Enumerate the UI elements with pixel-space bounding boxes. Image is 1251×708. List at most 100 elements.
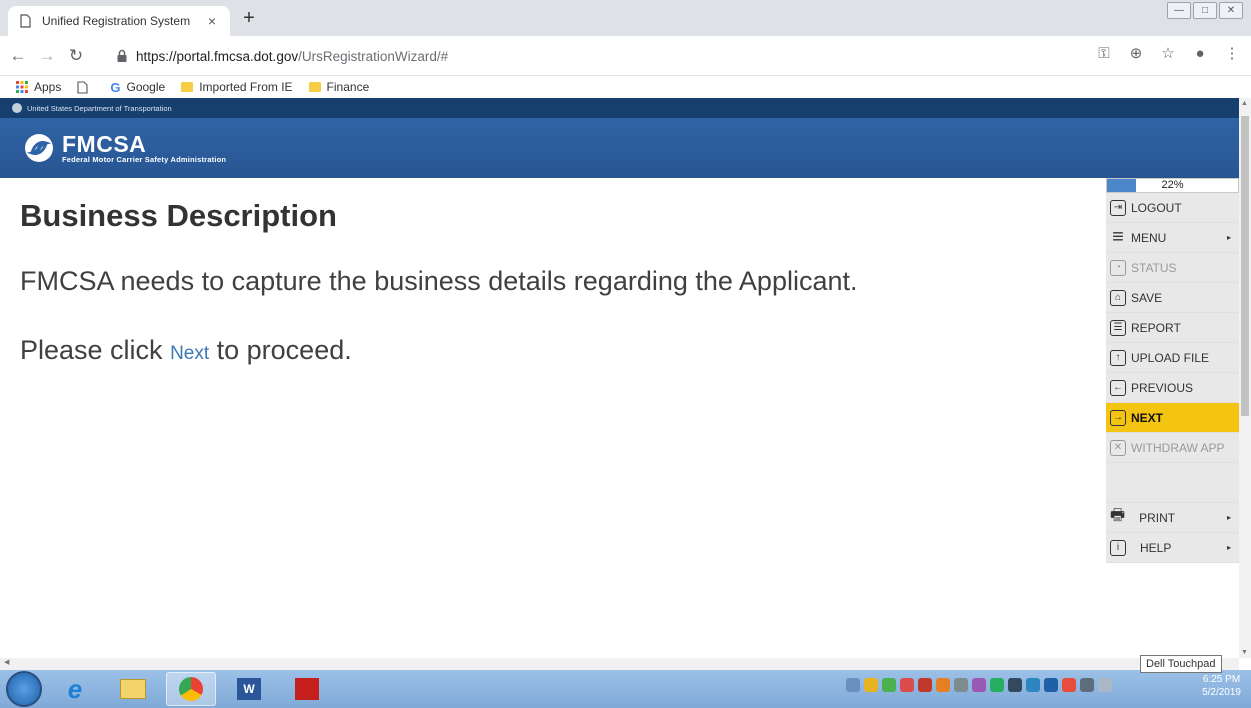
taskbar-ie-icon[interactable]: e [50,672,100,706]
volume-icon[interactable] [1098,678,1112,692]
tray-icon[interactable] [846,678,860,692]
bookmark-google[interactable]: G Google [110,80,165,95]
help-label: HELP [1140,540,1172,555]
menu-spacer [1106,463,1239,503]
url-host: https://portal.fmcsa.dot.gov [136,48,299,64]
menu-item-label: SAVE [1131,290,1163,305]
tray-icon[interactable] [936,678,950,692]
next-icon: → [1110,409,1126,426]
progress-label: 22% [1161,179,1184,191]
tray-icon[interactable] [954,678,968,692]
dot-banner-text: United States Department of Transportati… [27,103,172,113]
system-tray [846,678,1112,692]
system-clock[interactable]: 6:25 PM 5/2/2019 [1202,673,1241,699]
bookmark-label: Imported From IE [199,80,293,94]
menu-item-previous[interactable]: ← PREVIOUS [1106,373,1239,403]
fmcsa-brand-subtitle: Federal Motor Carrier Safety Administrat… [62,154,227,164]
menu-item-logout[interactable]: ⇥ LOGOUT [1106,193,1239,223]
menu-item-save[interactable]: ⌂ SAVE [1106,283,1239,313]
menu-item-label: NEXT [1131,410,1164,425]
tray-icon[interactable] [882,678,896,692]
bookmark-page[interactable] [77,80,94,94]
menu-item-label: UPLOAD FILE [1131,350,1210,365]
taskbar-chrome-icon[interactable] [166,672,216,706]
start-button[interactable] [6,671,42,707]
window-controls: — □ ✕ [1167,2,1243,19]
page-icon [20,14,31,28]
forward-arrow-icon[interactable]: → [36,45,58,67]
printer-icon: 🖶 [1110,507,1126,524]
menu-item-label: STATUS [1131,260,1177,275]
menu-item-upload-file[interactable]: ↑ UPLOAD FILE [1106,343,1239,373]
scroll-down-icon[interactable]: ▼ [1241,649,1248,656]
tab-close-icon[interactable]: × [204,13,220,29]
instruction-suffix: to proceed. [209,335,352,365]
logout-icon: ⇥ [1110,199,1126,216]
progress-bar: 22% [1106,178,1239,193]
menu-item-label: REPORT [1131,320,1181,335]
main-content: Business Description FMCSA needs to capt… [20,198,1080,404]
scrollbar-thumb[interactable] [1241,116,1249,416]
print-label: PRINT [1139,510,1176,525]
tray-icon[interactable] [1080,678,1094,692]
browser-tab[interactable]: Unified Registration System × [8,6,230,36]
tray-icon[interactable] [1008,678,1022,692]
menu-item-status[interactable]: ◔ STATUS [1106,253,1239,283]
back-arrow-icon[interactable]: ← [7,45,29,67]
taskbar-explorer-icon[interactable] [108,672,158,706]
page-viewport: United States Department of Transportati… [0,98,1239,658]
minimize-button[interactable]: — [1167,2,1191,19]
vertical-scrollbar[interactable]: ▲ ▼ [1239,98,1251,658]
star-icon[interactable]: ☆ [1159,45,1177,63]
horizontal-scrollbar[interactable]: ◀ [0,658,1239,670]
menu-item-report[interactable]: ☰ REPORT [1106,313,1239,343]
print-button[interactable]: 🖶 PRINT ▸ [1106,503,1239,533]
bookmark-apps[interactable]: Apps [16,80,61,94]
key-icon[interactable]: ⚿ [1095,45,1113,63]
tray-icon[interactable] [864,678,878,692]
address-bar[interactable]: https://portal.fmcsa.dot.gov/UrsRegistra… [112,42,1112,70]
new-tab-button[interactable]: + [238,8,260,30]
bookmark-finance[interactable]: Finance [308,80,369,94]
menu-item-next[interactable]: → NEXT [1106,403,1239,433]
menu-item-menu[interactable]: ≡ MENU ▸ [1106,223,1239,253]
fmcsa-brand: FMCSA Federal Motor Carrier Safety Admin… [62,130,227,164]
profile-icon[interactable]: ● [1191,45,1209,63]
browser-window: Unified Registration System × + — □ ✕ ← … [0,0,1251,708]
folder-icon [181,82,194,92]
next-link[interactable]: Next [170,343,209,364]
clock-date: 5/2/2019 [1202,687,1241,698]
submenu-arrow-icon: ▸ [1226,543,1231,552]
tray-icon[interactable] [1044,678,1058,692]
tray-icon[interactable] [972,678,986,692]
reload-icon[interactable]: ↻ [65,45,87,67]
tray-icon[interactable] [918,678,932,692]
fmcsa-logo-icon[interactable] [24,133,54,163]
tray-icon[interactable] [1026,678,1040,692]
hamburger-icon: ≡ [1112,225,1124,248]
bookmark-label: Apps [34,80,62,94]
zoom-icon[interactable]: ⊕ [1127,45,1145,63]
tray-icon[interactable] [990,678,1004,692]
scroll-left-icon[interactable]: ◀ [4,659,9,666]
clock-time: 6:25 PM [1202,674,1241,685]
page-icon [77,80,88,94]
menu-item-withdraw-app[interactable]: ✕ WITHDRAW APP [1106,433,1239,463]
tray-icon[interactable] [1062,678,1076,692]
taskbar-word-icon[interactable]: W [224,672,274,706]
page-description: FMCSA needs to capture the business deta… [20,266,858,296]
taskbar-acrobat-icon[interactable] [282,672,332,706]
save-icon: ⌂ [1110,289,1126,306]
tray-icon[interactable] [900,678,914,692]
toolbar-actions: ⚿ ⊕ ☆ ● ⋮ [1095,45,1241,63]
close-window-button[interactable]: ✕ [1219,2,1243,19]
scroll-up-icon[interactable]: ▲ [1241,100,1248,107]
dot-logo-icon [12,103,22,113]
bookmark-imported-from-ie[interactable]: Imported From IE [181,80,293,94]
google-g-icon: G [110,79,121,95]
maximize-button[interactable]: □ [1193,2,1217,19]
help-button[interactable]: i HELP ▸ [1106,533,1239,563]
wizard-side-menu: 22% ⇥ LOGOUT ≡ MENU ▸ ◔ STATUS ⌂ SAVE ☰ REPORT ↑ UPL… [1106,178,1239,563]
more-menu-icon[interactable]: ⋮ [1223,45,1241,63]
fmcsa-brand-title: FMCSA [62,130,147,157]
